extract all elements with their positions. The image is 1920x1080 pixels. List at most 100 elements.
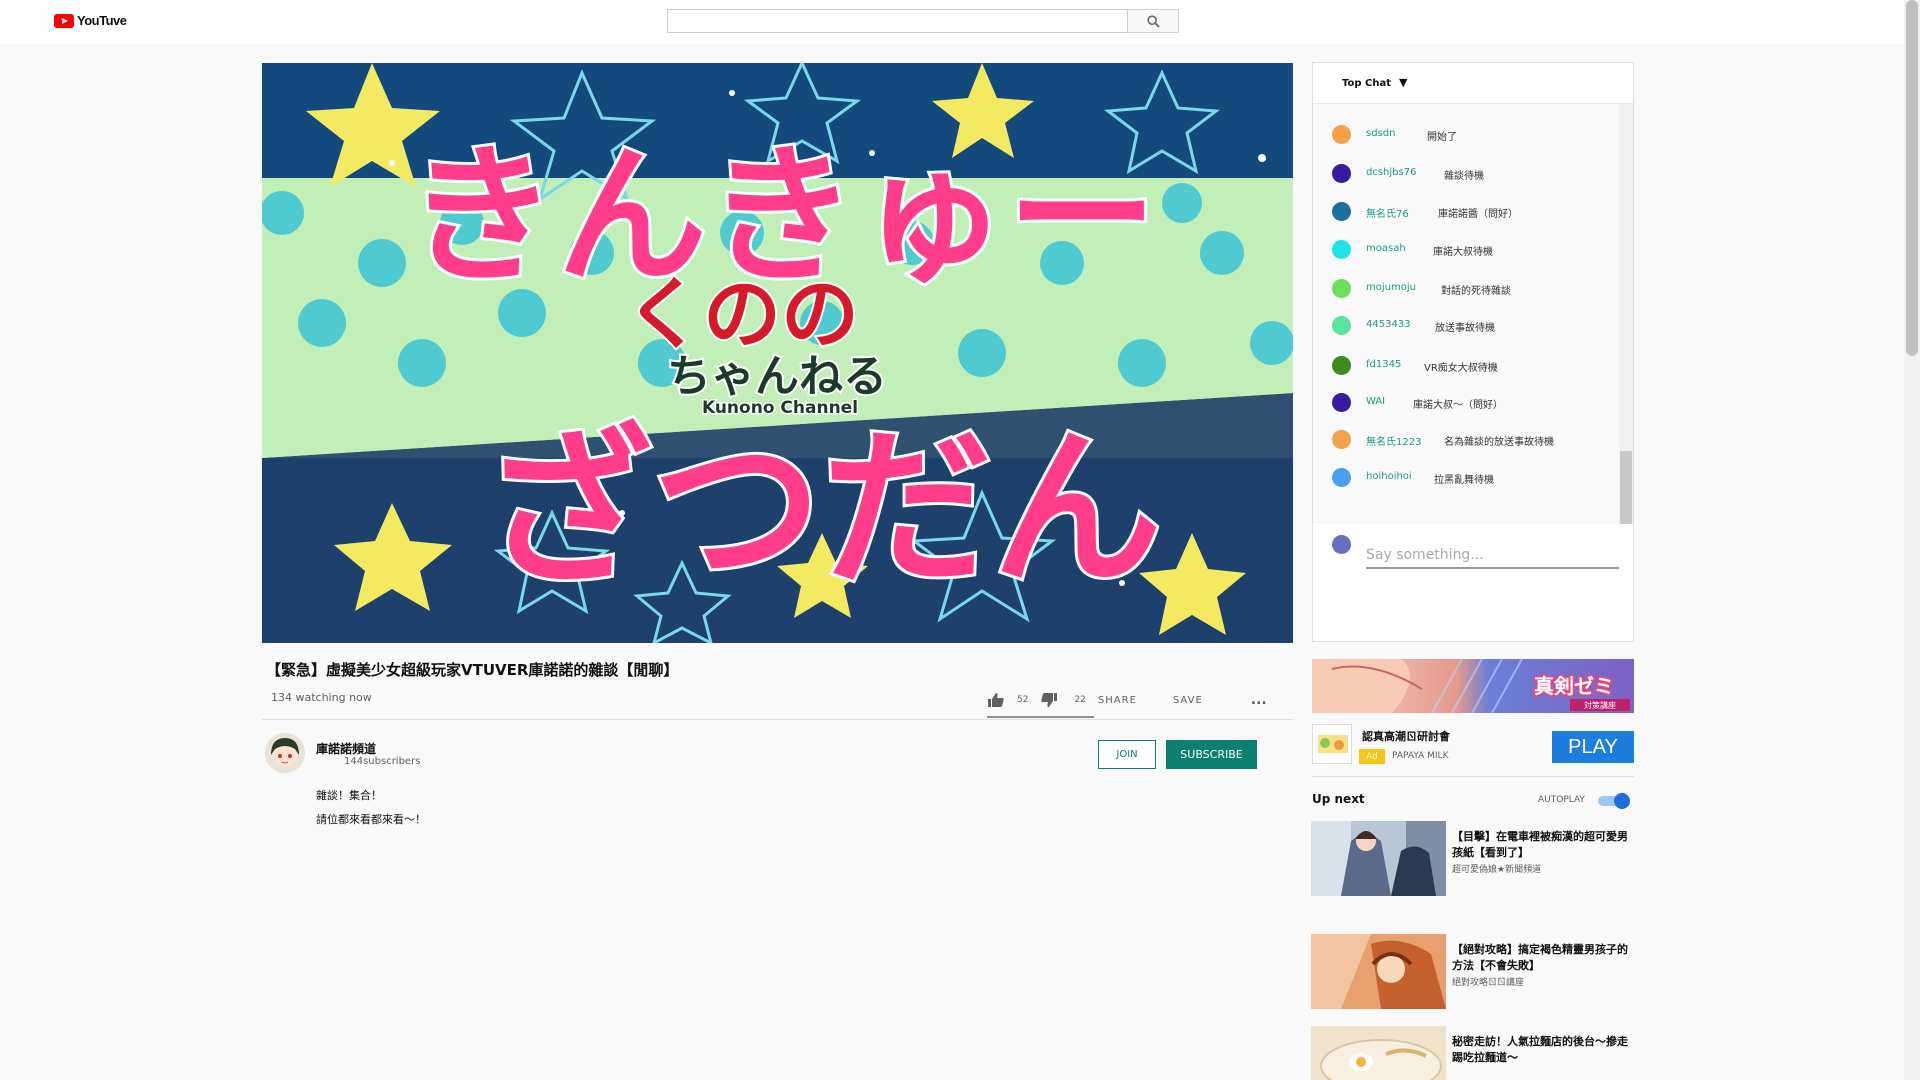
ad-banner-sub: 対策講座 [1584, 700, 1616, 710]
chat-text: 對話的死待雜談 [1441, 286, 1511, 297]
recommended-thumbnail[interactable] [1311, 1026, 1446, 1080]
chat-text: 名為雜談的放送事故待機 [1444, 437, 1554, 448]
ad-title[interactable]: 認真高潮ㄖ研討會 [1362, 728, 1450, 744]
chat-message: fd1345 VR痴女大叔待機 [1313, 353, 1619, 375]
save-button[interactable]: SAVE [1173, 695, 1203, 706]
user-avatar-icon [1332, 164, 1351, 183]
chat-username[interactable]: dcshjbs76 [1366, 167, 1416, 178]
user-avatar-icon [1332, 202, 1351, 221]
recommended-video[interactable]: 秘密走訪！人氣拉麵店的後台～摻走踢吃拉麵道～ [1311, 1026, 1641, 1080]
autoplay-toggle-knob[interactable] [1614, 793, 1630, 809]
chat-message: 4453433 放送事故待機 [1313, 313, 1619, 335]
chat-username[interactable]: 無名氏1223 [1366, 433, 1421, 448]
chat-text: 庫諾諾醬（問好） [1438, 209, 1518, 220]
user-avatar-icon [1332, 393, 1351, 412]
thumbs-up-icon [988, 693, 1004, 707]
chat-username[interactable]: WAI [1366, 396, 1385, 407]
chat-header[interactable]: Top Chat ▼ [1313, 63, 1633, 104]
play-button[interactable]: PLAY [1552, 731, 1634, 763]
chat-text: 庫諾大叔待機 [1433, 247, 1493, 258]
dislike-count: 22 [1074, 695, 1086, 705]
thumbs-down-icon [1041, 693, 1058, 707]
user-avatar-icon [1332, 430, 1351, 449]
my-avatar-icon [1332, 535, 1351, 554]
join-button[interactable]: JOIN [1098, 740, 1156, 769]
chat-text: 庫諾大叔～（問好） [1413, 400, 1503, 411]
logo[interactable]: YouTuve [54, 13, 127, 28]
chat-username[interactable]: moasah [1366, 243, 1406, 254]
user-avatar-icon [1332, 240, 1351, 259]
search-input[interactable] [667, 9, 1128, 33]
recommended-channel: 超可愛偽娘★新聞頻道 [1452, 865, 1542, 875]
subscribe-button[interactable]: SUBSCRIBE [1166, 740, 1257, 769]
sentiment-bar [987, 716, 1094, 718]
ad-banner[interactable]: 真剣ゼミ 対策講座 [1312, 659, 1634, 713]
chat-message: dcshjbs76 雜談待機 [1313, 161, 1619, 183]
ad-banner-text: 真剣ゼミ [1534, 674, 1614, 698]
autoplay-label: AUTOPLAY [1538, 795, 1585, 805]
chat-username[interactable]: hoihoihoi [1366, 471, 1412, 482]
search-button[interactable] [1128, 9, 1179, 33]
like-button[interactable] [987, 692, 1005, 708]
chat-text: 拉黑亂舞待機 [1434, 475, 1494, 486]
user-avatar-icon [1332, 468, 1351, 487]
chat-message: sdsdn 開始了 [1313, 122, 1619, 144]
up-next-heading: Up next [1312, 792, 1365, 806]
dropdown-caret-icon: ▼ [1399, 76, 1408, 89]
chat-message: WAI 庫諾大叔～（問好） [1313, 390, 1619, 412]
rec-thumb-image [1311, 1026, 1446, 1080]
user-avatar-icon [1332, 356, 1351, 375]
avatar-image [265, 733, 305, 773]
channel-avatar[interactable] [265, 733, 305, 773]
channel-name[interactable]: 庫諾諾頻道 [316, 740, 376, 757]
recommended-video[interactable]: 【目擊】在電車裡被痴漢的超可愛男孩紙【看到了】 超可愛偽娘★新聞頻道 [1311, 821, 1641, 896]
chat-username[interactable]: 無名氏76 [1366, 205, 1409, 220]
divider [1312, 776, 1634, 777]
ad-brand: PAPAYA MILK [1392, 751, 1449, 761]
chat-username[interactable]: fd1345 [1366, 359, 1401, 370]
watching-count: 134 watching now [271, 691, 372, 704]
recommended-title[interactable]: 秘密走訪！人氣拉麵店的後台～摻走踢吃拉麵道～ [1452, 1034, 1632, 1066]
ad-banner-image: 真剣ゼミ 対策講座 [1312, 659, 1634, 713]
thumbnail-bottom-text: ざつだん [482, 411, 1162, 609]
user-avatar-icon [1332, 279, 1351, 298]
video-player[interactable]: きんきゅー ざつだん くのの ちゃんねる Kunono Channel [262, 63, 1293, 643]
chat-username[interactable]: 4453433 [1366, 319, 1411, 330]
chat-text: VR痴女大叔待機 [1424, 363, 1498, 374]
ad-badge: Ad [1359, 749, 1385, 764]
dislike-button[interactable] [1040, 692, 1058, 708]
chat-message: mojumoju 對話的死待雜談 [1313, 276, 1619, 298]
recommended-title[interactable]: 【絕對攻略】搞定褐色精靈男孩子的方法【不會失敗】 [1452, 942, 1632, 974]
share-button[interactable]: SHARE [1098, 695, 1137, 706]
page-scrollbar-thumb[interactable] [1906, 0, 1918, 356]
chat-scrollbar-thumb[interactable] [1620, 451, 1632, 524]
chat-username[interactable]: mojumoju [1366, 282, 1416, 293]
live-chat: Top Chat ▼ sdsdn 開始了 dcshjbs76 雜談待機 無名氏7… [1312, 62, 1634, 642]
chat-text: 放送事故待機 [1435, 323, 1495, 334]
chat-username[interactable]: sdsdn [1366, 128, 1395, 139]
more-actions-button[interactable]: ... [1251, 692, 1267, 708]
recommended-thumbnail[interactable] [1311, 934, 1446, 1009]
recommended-title[interactable]: 【目擊】在電車裡被痴漢的超可愛男孩紙【看到了】 [1452, 829, 1632, 861]
chat-text: 雜談待機 [1444, 171, 1484, 182]
description-line: 請位都來看都來看～！ [316, 813, 426, 826]
search-icon [1146, 14, 1160, 28]
chat-text: 開始了 [1427, 132, 1457, 143]
ad-logo-icon [1313, 725, 1351, 763]
chat-message: 無名氏76 庫諾諾醬（問好） [1313, 199, 1619, 221]
logo-text: YouTuve [77, 13, 127, 28]
subscriber-count: 144subscribers [344, 756, 421, 767]
recommended-thumbnail[interactable] [1311, 821, 1446, 896]
thumbnail-logo-sub: ちゃんねる [667, 351, 887, 402]
like-count: 52 [1017, 695, 1029, 705]
ad-thumbnail[interactable] [1312, 724, 1352, 764]
recommended-video[interactable]: 【絕對攻略】搞定褐色精靈男孩子的方法【不會失敗】 絕對攻略ㄖㄖ講座 [1311, 934, 1641, 1009]
chat-message-list[interactable]: sdsdn 開始了 dcshjbs76 雜談待機 無名氏76 庫諾諾醬（問好） … [1313, 104, 1619, 524]
chat-input[interactable]: Say something... [1366, 547, 1619, 569]
user-avatar-icon [1332, 316, 1351, 335]
rec-thumb-image [1311, 821, 1446, 896]
rec-thumb-image [1311, 934, 1446, 1009]
chat-message: hoihoihoi 拉黑亂舞待機 [1313, 465, 1619, 487]
description-line: 雜談！集合！ [316, 789, 382, 802]
user-avatar-icon [1332, 125, 1351, 144]
